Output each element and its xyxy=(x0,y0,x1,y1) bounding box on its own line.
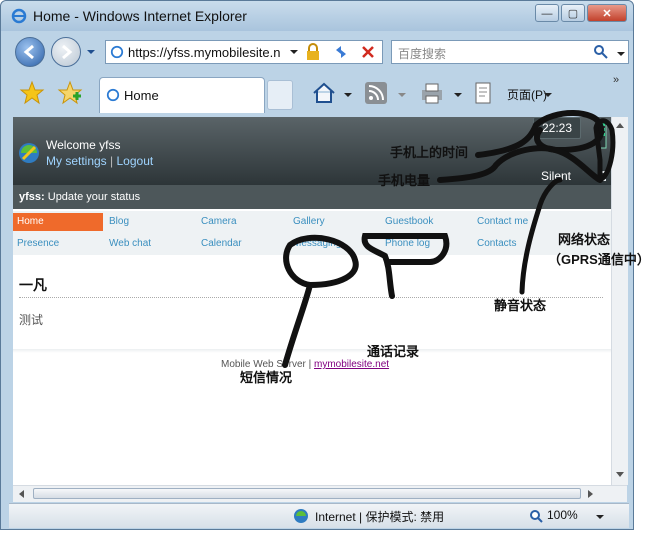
annotation-stroke-silent xyxy=(519,177,563,295)
annotation-network: 网络状态 xyxy=(558,232,611,247)
annotation-stroke-call-log xyxy=(361,233,450,299)
annotation-phone-time: 手机上的时间 xyxy=(390,145,469,160)
annotation-sms: 短信情况 xyxy=(240,370,293,385)
annotation-gprs: （GPRS通信中） xyxy=(548,252,650,267)
annotation-stroke-network xyxy=(593,118,616,183)
annotation-stroke-sms xyxy=(282,234,359,368)
annotation-strokes xyxy=(282,110,616,368)
annotation-silent: 静音状态 xyxy=(494,298,547,313)
annotation-call-log: 通话记录 xyxy=(367,344,420,359)
annotation-battery: 手机电量 xyxy=(378,173,431,188)
